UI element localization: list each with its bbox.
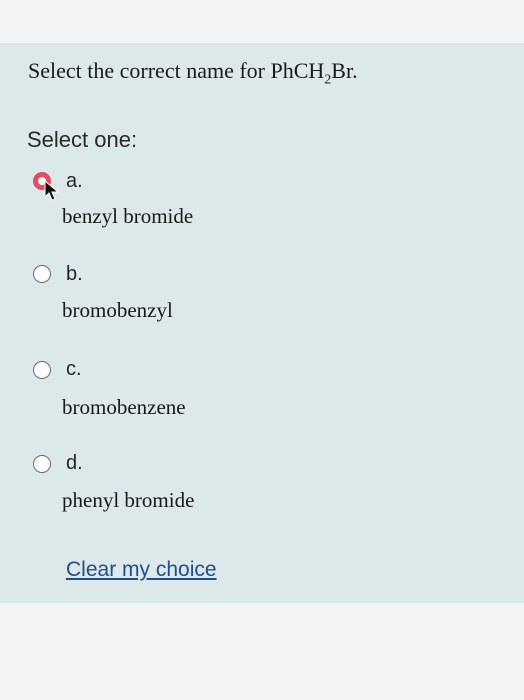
- option-a-letter: a.: [66, 170, 83, 192]
- radio-option-d[interactable]: [33, 455, 51, 473]
- option-d-letter: d.: [66, 452, 83, 474]
- option-c-letter: c.: [66, 358, 82, 380]
- radio-option-b[interactable]: [33, 265, 51, 283]
- option-b-answer[interactable]: bromobenzyl: [62, 298, 173, 323]
- option-c-answer[interactable]: bromobenzene: [62, 395, 186, 420]
- mouse-pointer-icon: [44, 180, 60, 201]
- question-suffix: Br.: [331, 58, 358, 83]
- radio-option-c[interactable]: [33, 361, 51, 379]
- bottom-strip: [0, 603, 524, 700]
- option-a-answer[interactable]: benzyl bromide: [62, 204, 193, 229]
- option-d-answer[interactable]: phenyl bromide: [62, 488, 194, 513]
- select-one-label: Select one:: [27, 127, 138, 152]
- option-b-letter: b.: [66, 263, 83, 285]
- question-text: Select the correct name for PhCH2Br.: [28, 58, 358, 88]
- top-strip: [0, 0, 524, 43]
- question-prefix: Select the correct name for PhCH: [28, 58, 325, 83]
- clear-my-choice-link[interactable]: Clear my choice: [66, 558, 217, 582]
